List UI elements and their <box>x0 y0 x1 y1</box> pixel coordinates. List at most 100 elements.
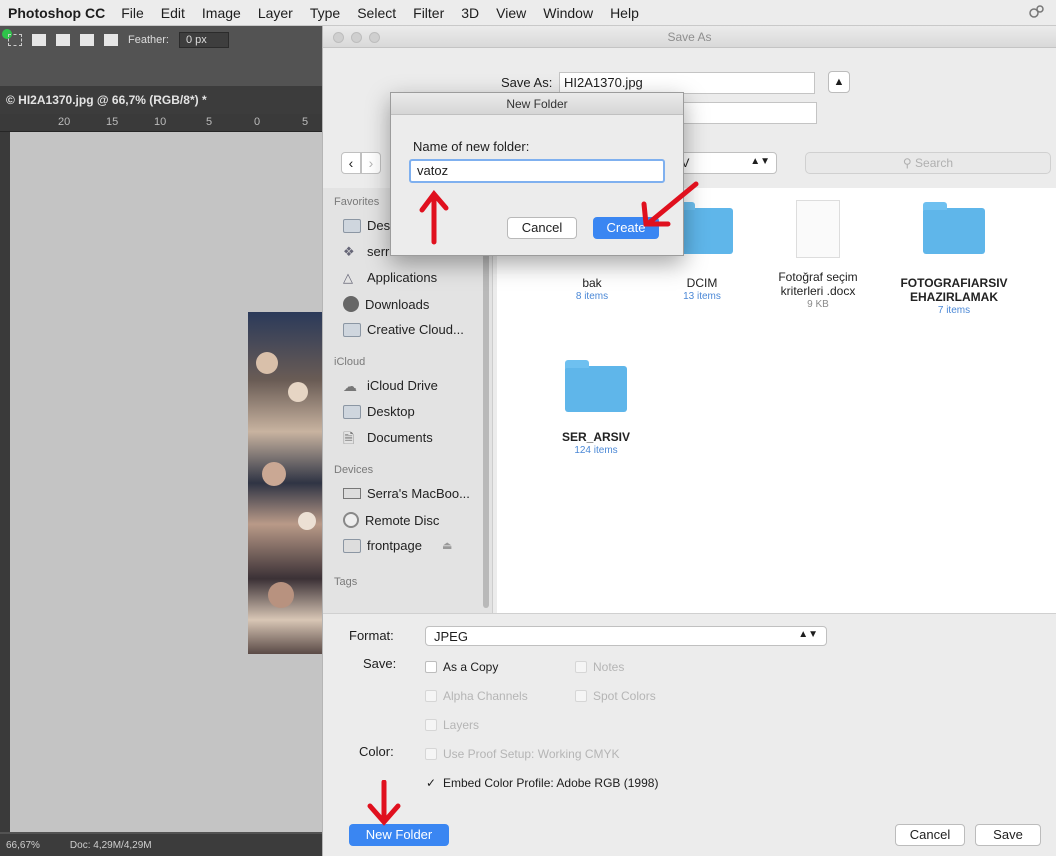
subtract-selection-icon[interactable] <box>80 34 94 46</box>
sidebar-item-label: iCloud Drive <box>367 378 438 393</box>
sidebar-heading-tags: Tags <box>334 576 358 588</box>
add-selection-icon[interactable] <box>56 34 70 46</box>
sidebar-item-label: Applications <box>367 270 438 285</box>
updown-arrows-icon: ▲▼ <box>750 156 770 167</box>
alpha-channels-checkbox[interactable]: Alpha Channels <box>425 689 528 703</box>
dialog-title: Save As <box>667 30 712 44</box>
ruler-tick: 0 <box>254 116 261 128</box>
folder-icon <box>343 322 361 337</box>
sidebar-item-label: Remote Disc <box>365 512 440 528</box>
file-meta: 13 items <box>683 291 721 302</box>
spot-colors-checkbox[interactable]: Spot Colors <box>575 689 656 703</box>
desktop-folder-icon <box>343 218 361 233</box>
menu-window[interactable]: Window <box>543 5 593 21</box>
menu-layer[interactable]: Layer <box>258 5 293 21</box>
folder-name-input[interactable]: vatoz <box>409 159 665 183</box>
sidebar-item-label: Serra's MacBoo... <box>367 486 470 501</box>
file-item-ser-arsiv[interactable]: SER_ARSIV 124 items <box>541 360 651 456</box>
new-selection-icon[interactable] <box>32 34 46 46</box>
sidebar-item-frontpage[interactable]: frontpage ⏏ <box>343 538 452 553</box>
folder-name-label: Name of new folder: <box>413 139 530 154</box>
format-dropdown[interactable]: JPEG ▲▼ <box>425 626 827 646</box>
menu-3d[interactable]: 3D <box>461 5 479 21</box>
file-meta: 124 items <box>574 445 618 456</box>
intersect-selection-icon[interactable] <box>104 34 118 46</box>
format-value: JPEG <box>434 629 468 644</box>
embed-color-profile-checkbox[interactable]: ✓ Embed Color Profile: Adobe RGB (1998) <box>425 776 658 790</box>
checkbox-box <box>575 661 587 673</box>
vertical-ruler <box>0 132 10 832</box>
sidebar-item-label: Desktop <box>367 404 415 419</box>
marquee-tool-icon[interactable] <box>8 34 22 46</box>
menu-help[interactable]: Help <box>610 5 639 21</box>
app-menu[interactable]: Photoshop CC <box>8 5 105 21</box>
menu-bar: Photoshop CC File Edit Image Layer Type … <box>0 0 1056 26</box>
sidebar-item-creative-cloud[interactable]: Creative Cloud... <box>343 322 464 337</box>
sidebar-item-label: Documents <box>367 430 433 445</box>
search-input[interactable]: ⚲ Search <box>805 152 1051 174</box>
feather-label: Feather: <box>128 34 169 46</box>
ruler-tick: 5 <box>302 116 309 128</box>
collapse-chevron-icon[interactable]: ▲ <box>828 71 850 93</box>
filename-input[interactable]: HI2A1370.jpg <box>559 72 815 94</box>
as-a-copy-checkbox[interactable]: As a Copy <box>425 660 498 674</box>
sidebar-scrollbar[interactable] <box>483 244 489 608</box>
sidebar-item-downloads[interactable]: Downloads <box>343 296 429 312</box>
sidebar-item-remote-disc[interactable]: Remote Disc <box>343 512 439 528</box>
cloud-icon: ☁ <box>343 377 357 394</box>
sidebar-item-label: Creative Cloud... <box>367 322 464 337</box>
use-proof-setup-checkbox[interactable]: Use Proof Setup: Working CMYK <box>425 747 620 761</box>
menu-image[interactable]: Image <box>202 5 241 21</box>
folder-icon <box>565 360 627 412</box>
drive-icon <box>343 538 361 553</box>
notes-checkbox[interactable]: Notes <box>575 660 624 674</box>
color-label: Color: <box>359 744 394 759</box>
zoom-icon[interactable] <box>369 32 380 43</box>
ruler-tick: 10 <box>154 116 167 128</box>
menu-filter[interactable]: Filter <box>413 5 444 21</box>
doc-info[interactable]: Doc: 4,29M/4,29M <box>70 840 152 851</box>
layers-checkbox[interactable]: Layers <box>425 718 479 732</box>
dialog-titlebar: Save As <box>323 26 1056 48</box>
menu-edit[interactable]: Edit <box>161 5 185 21</box>
zoom-level[interactable]: 66,67% <box>6 840 40 851</box>
desktop-folder-icon <box>343 404 361 419</box>
sidebar-item-label: Downloads <box>365 296 430 312</box>
folder-icon <box>923 202 985 254</box>
menu-select[interactable]: Select <box>357 5 396 21</box>
document-photo <box>248 312 330 654</box>
checkbox-box <box>425 719 437 731</box>
status-menu-icon[interactable] <box>1028 4 1044 20</box>
forward-arrow-icon[interactable]: › <box>361 152 381 174</box>
sidebar-item-icloud-desktop[interactable]: Desktop <box>343 404 415 419</box>
menu-type[interactable]: Type <box>310 5 340 21</box>
minimize-icon[interactable] <box>351 32 362 43</box>
menu-view[interactable]: View <box>496 5 526 21</box>
sidebar-item-desktop[interactable]: Des <box>343 218 390 233</box>
sidebar-item-icloud-drive[interactable]: ☁ iCloud Drive <box>343 378 438 393</box>
new-folder-title: New Folder <box>391 93 683 115</box>
sidebar-item-documents[interactable]: 🗎 Documents <box>343 430 433 445</box>
sidebar-item-applications[interactable]: △ Applications <box>343 270 437 285</box>
file-name: DCIM <box>686 276 718 290</box>
sidebar-item-dropbox[interactable]: ❖ serr <box>343 244 389 259</box>
file-item-fotografiarsiv[interactable]: FOTOGRAFIARSIV EHAZIRLAMAK 7 items <box>894 202 1014 316</box>
back-arrow-icon[interactable]: ‹ <box>341 152 361 174</box>
create-button[interactable]: Create <box>593 217 659 239</box>
menu-file[interactable]: File <box>121 5 144 21</box>
new-folder-cancel-button[interactable]: Cancel <box>507 217 577 239</box>
eject-icon[interactable]: ⏏ <box>442 539 452 552</box>
ruler-tick: 20 <box>58 116 71 128</box>
sidebar-heading-icloud: iCloud <box>334 356 366 368</box>
sidebar-item-macbook[interactable]: Serra's MacBoo... <box>343 486 470 501</box>
document-tab[interactable]: © HI2A1370.jpg @ 66,7% (RGB/8*) * <box>0 86 330 114</box>
file-item-docx[interactable]: Fotoğraf seçim kriterleri .docx 9 KB <box>763 200 873 310</box>
checkbox-label: Embed Color Profile: Adobe RGB (1998) <box>443 776 659 790</box>
new-folder-button[interactable]: New Folder <box>349 824 449 846</box>
feather-input[interactable]: 0 px <box>178 32 229 48</box>
cancel-button[interactable]: Cancel <box>895 824 965 846</box>
checkbox-label: Alpha Channels <box>443 689 528 703</box>
close-icon[interactable] <box>333 32 344 43</box>
save-options: Format: JPEG ▲▼ Save: As a Copy Notes Al… <box>323 613 1056 818</box>
save-button[interactable]: Save <box>975 824 1041 846</box>
